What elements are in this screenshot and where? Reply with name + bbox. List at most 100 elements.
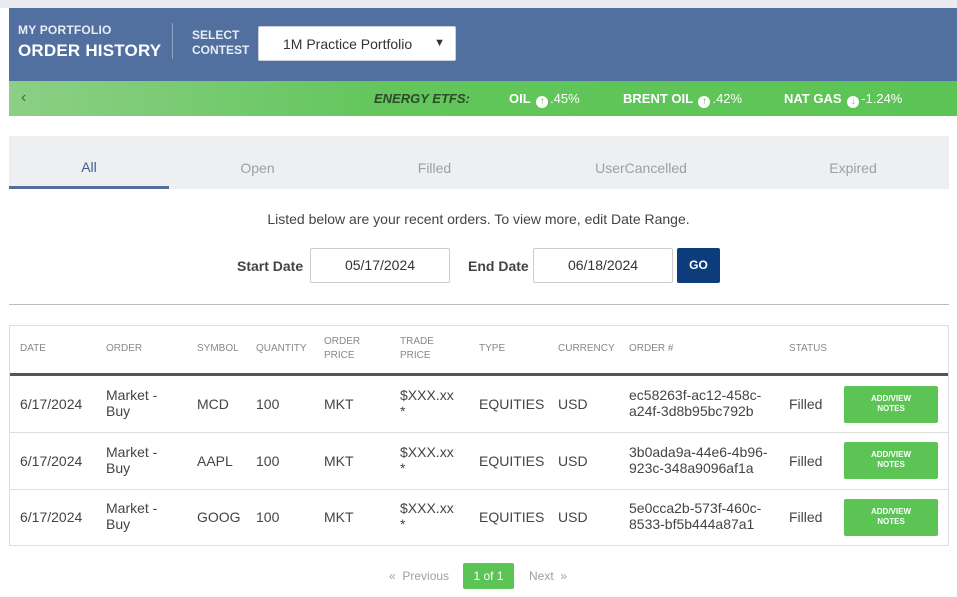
notes-button-line2: NOTES bbox=[877, 460, 905, 469]
tab-open[interactable]: Open bbox=[179, 136, 336, 189]
contest-select-label: SELECT CONTEST bbox=[192, 28, 249, 58]
cell-symbol: AAPL bbox=[197, 453, 233, 469]
cell-symbol: MCD bbox=[197, 396, 229, 412]
contest-select-value: 1M Practice Portfolio bbox=[283, 36, 413, 52]
chevron-left-icon: « bbox=[389, 569, 396, 583]
cell-type: EQUITIES bbox=[479, 396, 545, 412]
cell-trade-price-line2: * bbox=[400, 460, 406, 476]
cell-order-line2: Buy bbox=[106, 516, 131, 532]
col-currency: CURRENCY bbox=[558, 343, 615, 354]
cell-order-line1: Market - bbox=[106, 387, 158, 403]
cell-currency: USD bbox=[558, 453, 588, 469]
ticker-category: ENERGY ETFS: bbox=[374, 91, 470, 106]
notes-button-line2: NOTES bbox=[877, 517, 905, 526]
contest-select[interactable]: 1M Practice Portfolio ▼ bbox=[258, 26, 456, 61]
cell-quantity: 100 bbox=[256, 396, 280, 412]
add-view-notes-button[interactable]: ADD/VIEW NOTES bbox=[844, 499, 938, 536]
tab-filled[interactable]: Filled bbox=[356, 136, 513, 189]
col-trade-price: TRADE PRICE bbox=[400, 335, 434, 363]
col-trade-price-line1: TRADE bbox=[400, 336, 434, 347]
go-button[interactable]: GO bbox=[677, 248, 720, 283]
next-label: Next bbox=[529, 569, 554, 583]
cell-order-price: MKT bbox=[324, 396, 354, 412]
cell-date: 6/17/2024 bbox=[20, 453, 83, 469]
cell-trade-price: $XXX.xx * bbox=[400, 500, 454, 532]
cell-order-line2: Buy bbox=[106, 403, 131, 419]
start-date-label: Start Date bbox=[237, 258, 304, 274]
table-row: 6/17/2024 Market - Buy MCD 100 MKT $XXX.… bbox=[10, 376, 948, 433]
cell-order-line1: Market - bbox=[106, 500, 158, 516]
chevron-left-icon[interactable]: ‹ bbox=[21, 89, 26, 107]
cell-trade-price: $XXX.xx * bbox=[400, 387, 454, 419]
cell-trade-price-line1: $XXX.xx bbox=[400, 444, 454, 460]
ticker-item-brent-oil[interactable]: BRENT OIL ↑ .42% bbox=[623, 91, 742, 108]
ticker-item-name: BRENT OIL bbox=[623, 91, 693, 106]
cell-order: Market - Buy bbox=[106, 444, 157, 476]
cell-order: Market - Buy bbox=[106, 387, 157, 419]
table-header: DATE ORDER SYMBOL QUANTITY ORDER PRICE T… bbox=[10, 326, 948, 376]
cell-type: EQUITIES bbox=[479, 453, 545, 469]
cell-order-number-line1: ec58263f-ac12-458c- bbox=[629, 387, 762, 403]
start-date-input[interactable]: 05/17/2024 bbox=[310, 248, 450, 283]
next-page-link[interactable]: Next » bbox=[529, 569, 567, 583]
cell-order-number-line2: 923c-348a9096af1a bbox=[629, 460, 754, 476]
divider bbox=[9, 304, 949, 305]
page-title: ORDER HISTORY bbox=[18, 41, 162, 60]
col-order-price-line1: ORDER bbox=[324, 336, 361, 347]
pagination: « Previous 1 of 1 Next » bbox=[0, 563, 957, 589]
cell-date: 6/17/2024 bbox=[20, 396, 83, 412]
cell-trade-price-line1: $XXX.xx bbox=[400, 387, 454, 403]
col-order-number: ORDER # bbox=[629, 343, 674, 354]
cell-order-number: ec58263f-ac12-458c- a24f-3d8b95bc792b bbox=[629, 387, 761, 419]
arrow-up-circle-icon: ↑ bbox=[536, 96, 549, 108]
col-status: STATUS bbox=[789, 343, 827, 354]
cell-status: Filled bbox=[789, 396, 823, 412]
arrow-up-circle-icon: ↑ bbox=[698, 96, 711, 108]
cell-quantity: 100 bbox=[256, 453, 280, 469]
col-trade-price-line2: PRICE bbox=[400, 350, 431, 361]
ticker-item-oil[interactable]: OIL ↑ .45% bbox=[509, 91, 580, 108]
ticker-item-name: OIL bbox=[509, 91, 531, 106]
cell-order-number-line2: 8533-bf5b444a87a1 bbox=[629, 516, 755, 532]
contest-label-line1: SELECT bbox=[192, 28, 240, 42]
ticker-item-value: .45% bbox=[550, 91, 580, 106]
col-quantity: QUANTITY bbox=[256, 343, 307, 354]
header-title-block: MY PORTFOLIO ORDER HISTORY bbox=[18, 23, 161, 61]
header-divider bbox=[172, 23, 173, 59]
cell-order-line2: Buy bbox=[106, 460, 131, 476]
col-date: DATE bbox=[20, 343, 46, 354]
date-range-filter: Start Date 05/17/2024 End Date 06/18/202… bbox=[0, 248, 957, 284]
end-date-input[interactable]: 06/18/2024 bbox=[533, 248, 673, 283]
current-page-indicator: 1 of 1 bbox=[463, 563, 514, 589]
previous-page-link[interactable]: « Previous bbox=[389, 569, 449, 583]
tab-all[interactable]: All bbox=[9, 136, 169, 189]
notes-button-line1: ADD/VIEW bbox=[871, 394, 911, 403]
cell-currency: USD bbox=[558, 509, 588, 525]
cell-order-price: MKT bbox=[324, 509, 354, 525]
cell-status: Filled bbox=[789, 509, 823, 525]
cell-status: Filled bbox=[789, 453, 823, 469]
cell-type: EQUITIES bbox=[479, 509, 545, 525]
header-section-label: MY PORTFOLIO bbox=[18, 23, 112, 37]
ticker-item-value: .42% bbox=[712, 91, 743, 106]
tab-expired[interactable]: Expired bbox=[774, 136, 932, 189]
add-view-notes-button[interactable]: ADD/VIEW NOTES bbox=[844, 442, 938, 479]
previous-label: Previous bbox=[402, 569, 450, 583]
col-order-price: ORDER PRICE bbox=[324, 335, 360, 363]
cell-symbol: GOOG bbox=[197, 509, 241, 525]
ticker-item-nat-gas[interactable]: NAT GAS ↓ -1.24% bbox=[784, 91, 902, 108]
cell-quantity: 100 bbox=[256, 509, 280, 525]
contest-label-line2: CONTEST bbox=[192, 43, 250, 57]
tab-user-cancelled[interactable]: UserCancelled bbox=[561, 136, 721, 189]
col-symbol: SYMBOL bbox=[197, 343, 239, 354]
end-date-label: End Date bbox=[468, 258, 529, 274]
cell-trade-price: $XXX.xx * bbox=[400, 444, 454, 476]
arrow-down-circle-icon: ↓ bbox=[847, 96, 860, 108]
cell-trade-price-line2: * bbox=[400, 403, 406, 419]
table-row: 6/17/2024 Market - Buy AAPL 100 MKT $XXX… bbox=[10, 433, 948, 490]
ticker-item-name: NAT GAS bbox=[784, 91, 842, 106]
info-text: Listed below are your recent orders. To … bbox=[267, 211, 690, 227]
add-view-notes-button[interactable]: ADD/VIEW NOTES bbox=[844, 386, 938, 423]
cell-order-number-line1: 5e0cca2b-573f-460c- bbox=[629, 500, 762, 516]
ticker-bar: ‹ ENERGY ETFS: OIL ↑ .45% BRENT OIL ↑ .42%… bbox=[9, 81, 957, 116]
